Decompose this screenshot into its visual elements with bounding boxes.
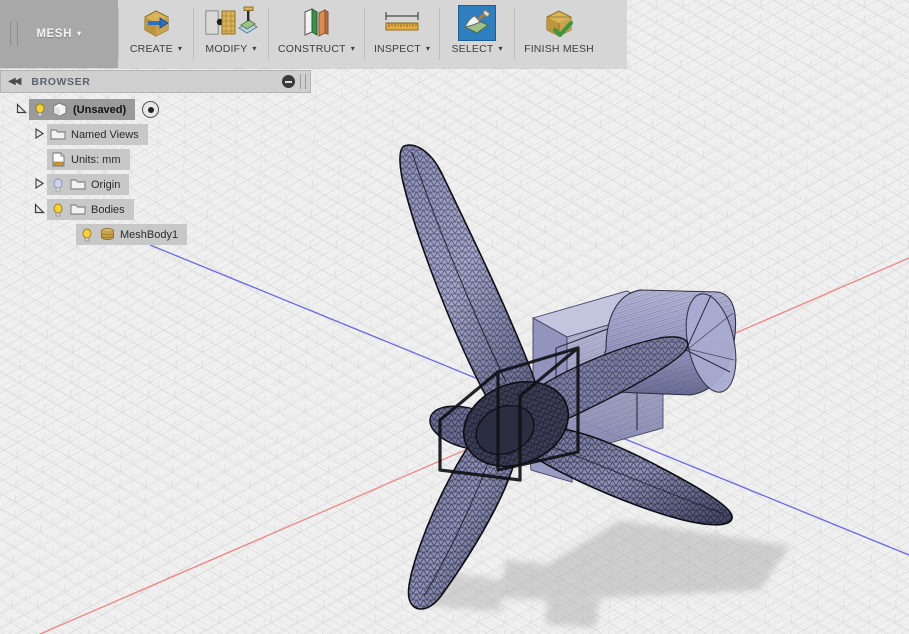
document-icon [52,102,68,117]
tree-item-unsaved[interactable]: (Unsaved) [29,99,136,120]
expand-arrow-icon[interactable] [32,177,47,192]
browser-title: BROWSER [31,75,91,88]
toolbar-button-inspect[interactable]: INSPECT ▾ [365,0,439,68]
tree-row-bodies[interactable]: Bodies [0,197,311,222]
folder-icon [70,202,86,217]
folder-icon [70,177,86,192]
mesh-toolbar[interactable]: MESH ▾ CREATE ▾ MODIFY ▾ CONSTRUCT ▾ INS… [0,0,627,68]
lightbulb-on-icon[interactable] [32,102,48,118]
tree-label-unsaved: (Unsaved) [73,103,127,116]
tree-row-origin[interactable]: Origin [0,172,311,197]
tree-row-meshbody1[interactable]: MeshBody1 [0,222,311,247]
toolbar-grip-handle[interactable] [10,22,18,46]
create-mesh-icon [139,5,173,41]
chevron-down-icon[interactable]: ▾ [252,44,256,53]
tree-label-bodies: Bodies [91,203,125,216]
tree-row-unsaved[interactable]: (Unsaved) [0,97,311,122]
tree-label-meshbody1: MeshBody1 [120,228,179,241]
tree-item-units[interactable]: Units: mm [47,149,130,170]
chevron-down-icon[interactable]: ▾ [351,44,355,53]
expand-arrow-icon[interactable] [32,202,47,217]
workspace-label: MESH [36,28,72,40]
tree-label-units: Units: mm [71,153,121,166]
tree-label-named-views: Named Views [71,128,139,141]
folder-icon [50,127,66,142]
toolbar-label-modify: MODIFY [205,43,248,55]
toolbar-label-inspect: INSPECT [373,43,421,55]
toolbar-button-select[interactable]: SELECT ▾ [440,0,514,68]
toolbar-button-modify[interactable]: MODIFY ▾ [194,0,268,68]
toolbar-button-construct[interactable]: CONSTRUCT ▾ [269,0,364,68]
tree-item-named-views[interactable]: Named Views [47,124,148,145]
collapse-panel-icon[interactable]: ◀◀ [8,76,21,87]
tree-item-meshbody1[interactable]: MeshBody1 [76,224,188,245]
select-brush-icon [458,5,497,41]
toolbar-label-create: CREATE [129,43,173,55]
measure-ruler-icon [382,5,422,41]
chevron-down-icon[interactable]: ▾ [498,44,502,53]
toolbar-button-create[interactable]: CREATE ▾ [119,0,193,68]
chevron-down-icon[interactable]: ▾ [77,29,82,38]
chevron-down-icon[interactable]: ▾ [426,44,430,53]
tree-row-units[interactable]: Units: mm [0,147,311,172]
chevron-down-icon[interactable]: ▾ [178,44,182,53]
toolbar-label-construct: CONSTRUCT [278,43,346,55]
activate-component-radio[interactable] [142,101,160,118]
toolbar-button-finish-mesh[interactable]: FINISH MESH [515,0,603,68]
fusion-mesh-workspace: MESH ▾ CREATE ▾ MODIFY ▾ CONSTRUCT ▾ INS… [0,0,909,634]
expand-arrow-icon[interactable] [32,127,47,142]
tree-item-origin[interactable]: Origin [47,174,130,195]
lightbulb-off-icon[interactable] [50,177,66,193]
browser-tree[interactable]: (Unsaved) Named Views Units: mm Origin B… [0,93,311,247]
modify-mesh-icon [203,5,259,41]
toolbar-label-finish-mesh: FINISH MESH [524,43,594,55]
mesh-body-icon [99,227,115,242]
tree-row-named-views[interactable]: Named Views [0,122,311,147]
expand-arrow-icon[interactable] [14,102,29,117]
lightbulb-on-icon[interactable] [50,202,66,218]
lightbulb-on-icon[interactable] [79,227,95,243]
construct-plane-icon [299,5,333,41]
finish-mesh-icon [542,5,576,41]
browser-header[interactable]: ◀◀ BROWSER [0,70,311,93]
browser-panel[interactable]: ◀◀ BROWSER (Unsaved) Named Views Units: … [0,70,311,247]
toolbar-label-select: SELECT [451,43,494,55]
panel-resize-handle[interactable] [300,74,306,89]
tree-item-bodies[interactable]: Bodies [47,199,134,220]
units-page-icon [50,152,66,167]
tree-label-origin: Origin [91,178,121,191]
workspace-selector[interactable]: MESH ▾ [0,0,118,68]
minimize-dot-icon[interactable] [282,75,295,88]
